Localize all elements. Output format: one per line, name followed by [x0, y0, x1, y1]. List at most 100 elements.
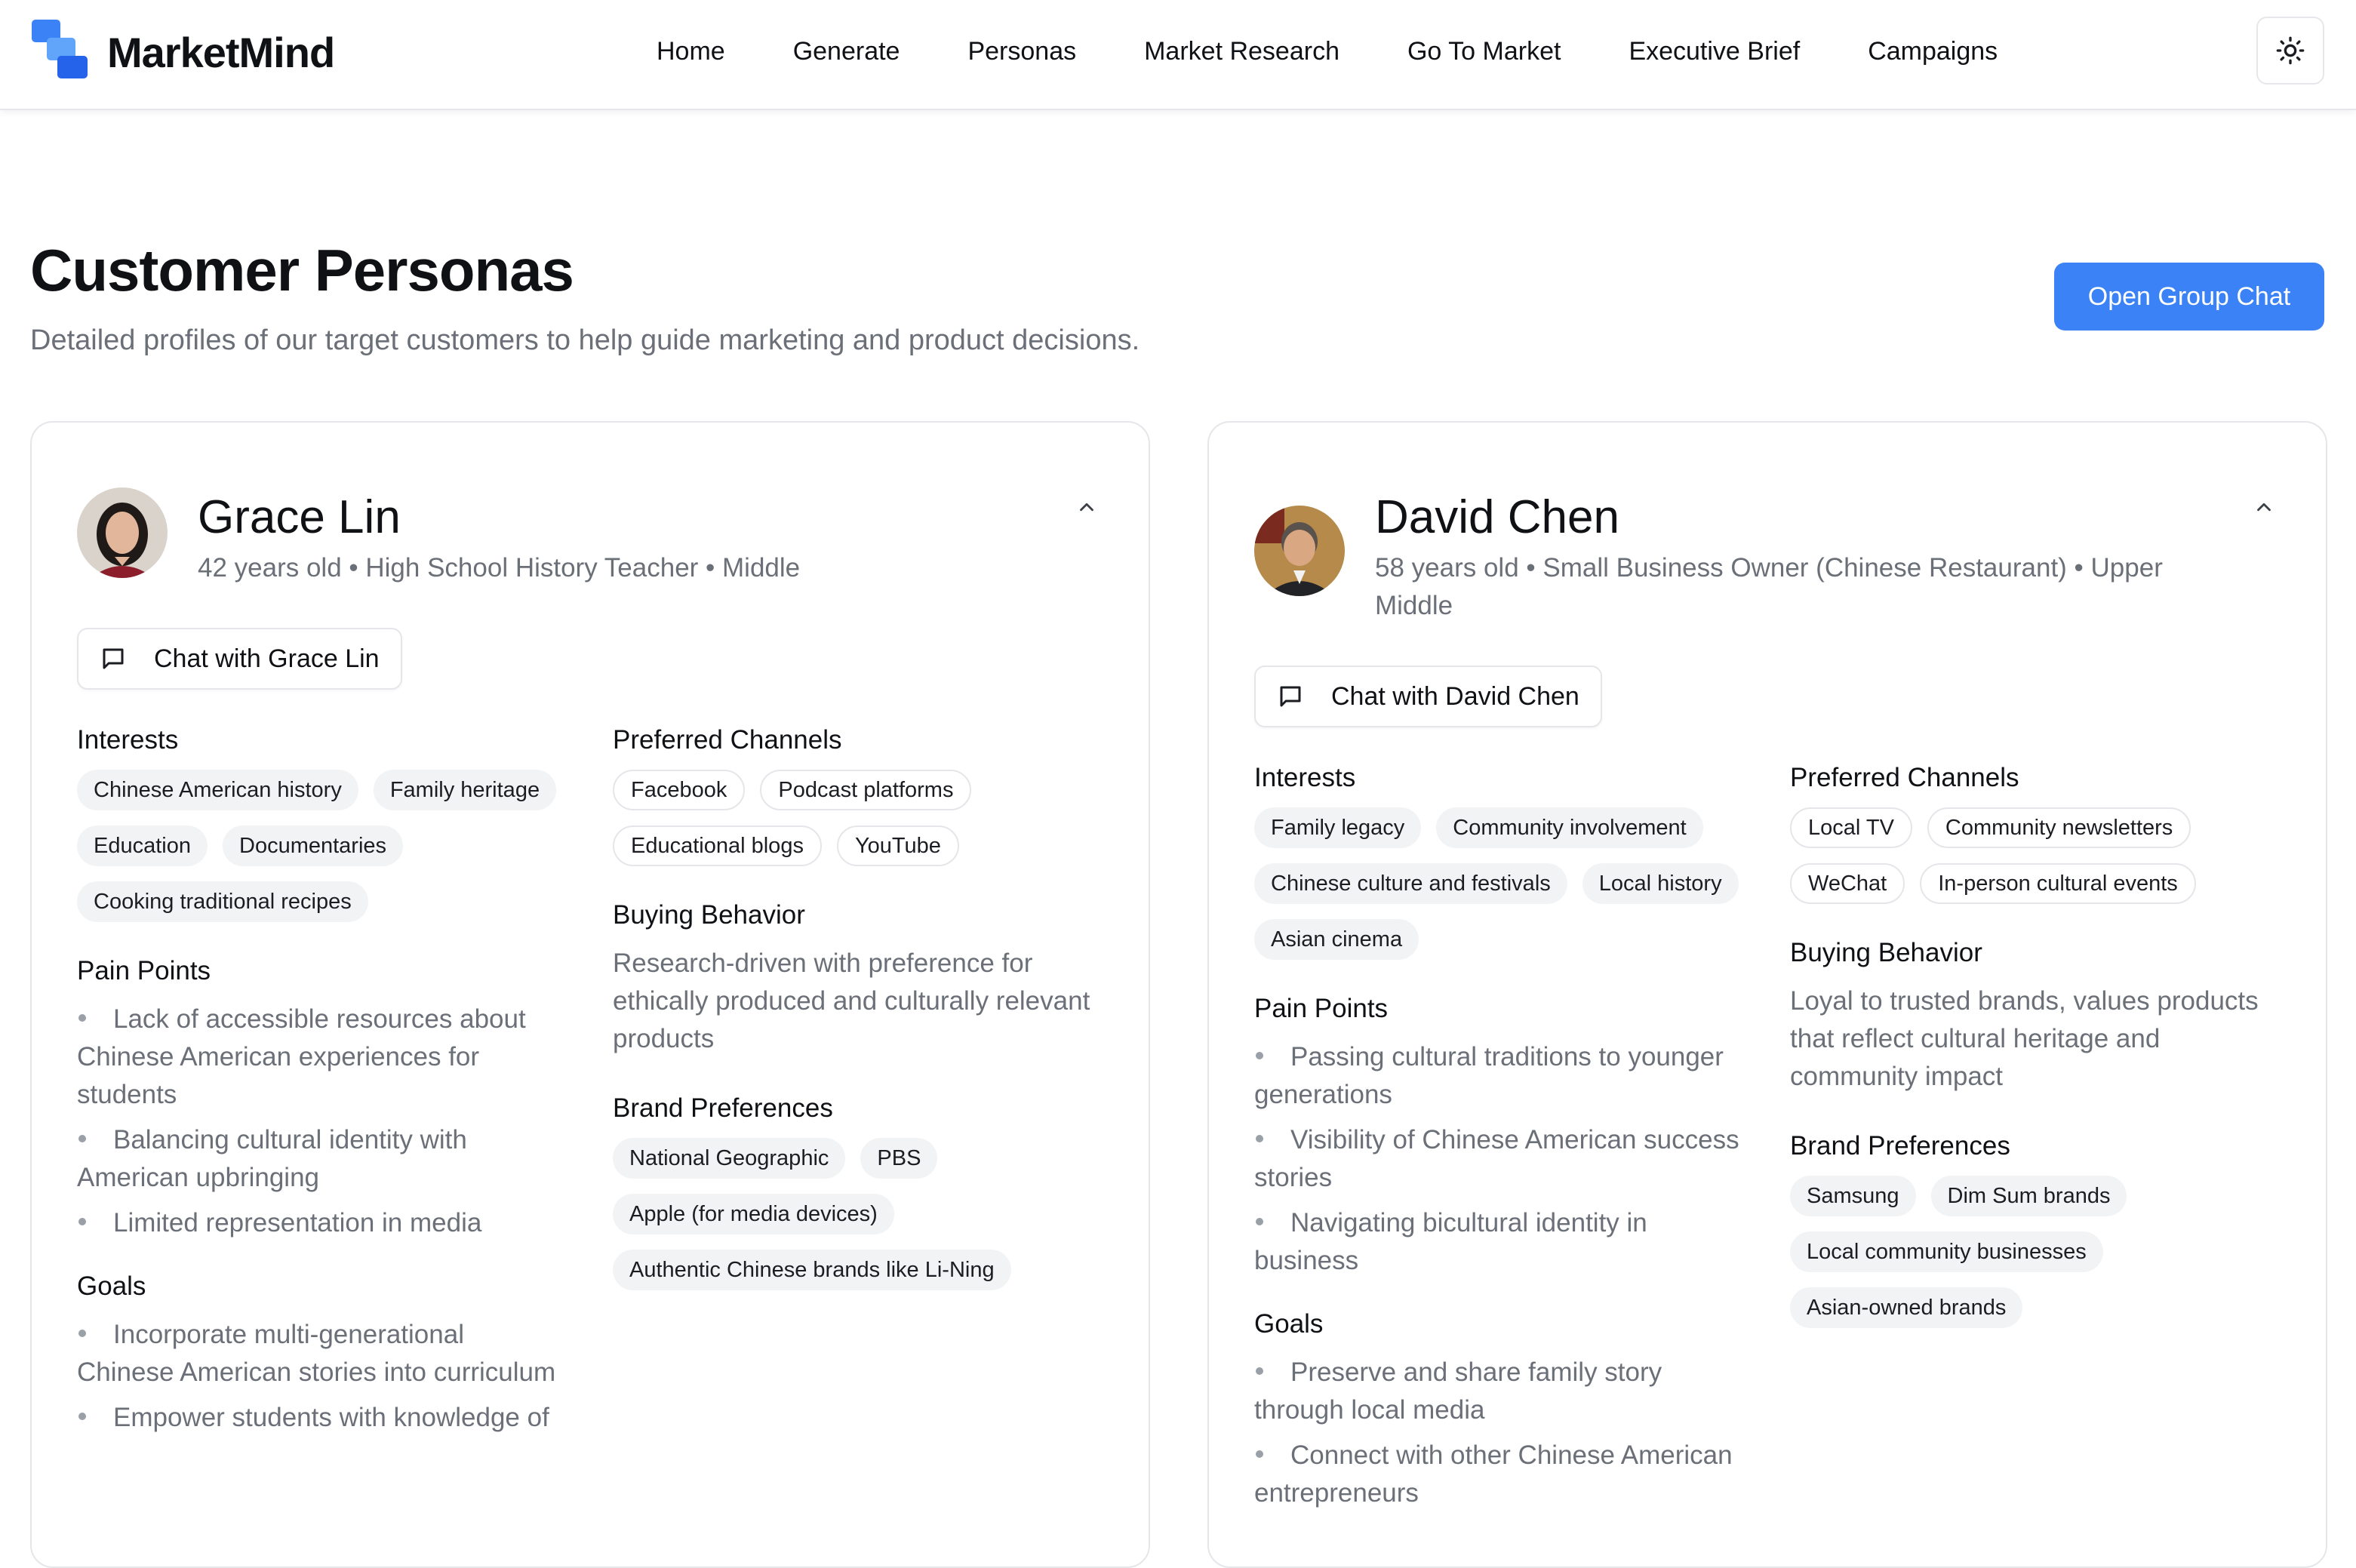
interests-tags: Family legacy Community involvement Chin…: [1254, 807, 1752, 960]
interest-tag: Family heritage: [373, 770, 557, 810]
pain-points-list: Lack of accessible resources about Chine…: [77, 1001, 567, 1242]
channel-tag: Educational blogs: [613, 826, 822, 866]
avatar: [1254, 506, 1345, 596]
pain-point-item: Limited representation in media: [77, 1204, 567, 1242]
channel-tag: Community newsletters: [1927, 807, 2191, 848]
bullet-icon: [1256, 1217, 1263, 1225]
brand-tag: Asian-owned brands: [1790, 1287, 2023, 1328]
pain-point-item: Visibility of Chinese American success s…: [1254, 1125, 1739, 1192]
marketmind-logo-icon[interactable]: [30, 18, 91, 80]
interest-tag: Community involvement: [1436, 807, 1703, 848]
pain-point-item: Balancing cultural identity with America…: [77, 1125, 467, 1192]
avatar-image: [77, 487, 168, 578]
bullet-icon: [1256, 1051, 1263, 1059]
channel-tag: In-person cultural events: [1920, 863, 2196, 904]
brand-tags: National Geographic PBS Apple (for media…: [613, 1138, 1111, 1290]
channel-tag: Local TV: [1790, 807, 1912, 848]
persona-column-right: Preferred Channels Local TV Community ne…: [1790, 759, 2273, 1358]
persona-column-left: Interests Chinese American history Famil…: [77, 721, 560, 1462]
bullet-icon: [1256, 1367, 1263, 1375]
chat-button-label: Chat with David Chen: [1331, 681, 1579, 711]
channels-tags: Local TV Community newsletters WeChat In…: [1790, 807, 2288, 904]
pain-points-list: Passing cultural traditions to younger g…: [1254, 1038, 1745, 1280]
channel-tag: Podcast platforms: [760, 770, 972, 810]
brand-tag: Apple (for media devices): [613, 1194, 894, 1234]
goals-heading: Goals: [77, 1271, 146, 1301]
interest-tag: Local history: [1582, 863, 1739, 904]
channel-tag: Facebook: [613, 770, 746, 810]
interest-tag: Family legacy: [1254, 807, 1422, 848]
brand-name[interactable]: MarketMind: [107, 23, 335, 83]
goals-list: Incorporate multi-generational Chinese A…: [77, 1316, 567, 1437]
chevron-up-icon: [1080, 503, 1093, 512]
nav-campaigns[interactable]: Campaigns: [1868, 30, 1998, 72]
nav-personas[interactable]: Personas: [967, 30, 1076, 72]
brand-tag: Dim Sum brands: [1930, 1176, 2127, 1216]
open-group-chat-button[interactable]: Open Group Chat: [2054, 263, 2324, 331]
brand-preferences-heading: Brand Preferences: [1790, 1131, 2010, 1161]
persona-name: David Chen: [1375, 491, 1619, 543]
pain-point-item: Lack of accessible resources about Chine…: [77, 1004, 526, 1109]
pain-point-item: Passing cultural traditions to younger g…: [1254, 1042, 1724, 1109]
brand-preferences-heading: Brand Preferences: [613, 1093, 833, 1123]
interests-heading: Interests: [1254, 763, 1356, 792]
interest-tag: Education: [77, 826, 208, 866]
brand-tag: Authentic Chinese brands like Li-Ning: [613, 1250, 1011, 1290]
chevron-up-icon: [2257, 503, 2271, 512]
chat-with-persona-button[interactable]: Chat with Grace Lin: [77, 628, 402, 690]
interest-tag: Asian cinema: [1254, 919, 1419, 960]
page-title: Customer Personas: [30, 237, 574, 303]
interest-tag: Cooking traditional recipes: [77, 881, 368, 922]
pain-points-heading: Pain Points: [77, 956, 211, 985]
persona-column-right: Preferred Channels Facebook Podcast plat…: [613, 721, 1096, 1321]
bullet-icon: [1256, 1450, 1263, 1458]
brand-tag: Samsung: [1790, 1176, 1916, 1216]
persona-name: Grace Lin: [198, 491, 401, 543]
bullet-icon: [78, 1329, 86, 1337]
persona-card-grace-lin: Grace Lin 42 years old • High School His…: [30, 421, 1150, 1568]
collapse-toggle[interactable]: [2249, 492, 2279, 522]
collapse-toggle[interactable]: [1072, 492, 1102, 522]
sun-icon: [2276, 36, 2305, 65]
message-square-icon: [98, 644, 128, 674]
goal-item: Empower students with knowledge of: [77, 1399, 567, 1437]
chat-button-label: Chat with Grace Lin: [154, 644, 380, 673]
theme-toggle-button[interactable]: [2256, 17, 2324, 85]
bullet-icon: [78, 1134, 86, 1142]
buying-behavior-text: Research-driven with preference for ethi…: [613, 948, 1090, 1053]
goals-list: Preserve and share family story through …: [1254, 1354, 1745, 1512]
bullet-icon: [78, 1412, 86, 1420]
message-square-icon: [1275, 681, 1306, 712]
channels-tags: Facebook Podcast platforms Educational b…: [613, 770, 1111, 866]
avatar-image: [1254, 506, 1345, 596]
page-subtitle: Detailed profiles of our target customer…: [30, 324, 1140, 356]
chat-with-persona-button[interactable]: Chat with David Chen: [1254, 666, 1602, 727]
preferred-channels-heading: Preferred Channels: [1790, 763, 2019, 792]
channel-tag: WeChat: [1790, 863, 1905, 904]
interests-tags: Chinese American history Family heritage…: [77, 770, 575, 922]
pain-point-item: Navigating bicultural identity in busine…: [1254, 1208, 1647, 1275]
preferred-channels-heading: Preferred Channels: [613, 725, 842, 755]
buying-behavior-heading: Buying Behavior: [613, 900, 805, 930]
goals-heading: Goals: [1254, 1309, 1324, 1339]
brand-tag: PBS: [860, 1138, 938, 1179]
nav-market-research[interactable]: Market Research: [1144, 30, 1339, 72]
interest-tag: Documentaries: [223, 826, 404, 866]
persona-meta: 42 years old • High School History Teach…: [198, 553, 801, 583]
buying-behavior-heading: Buying Behavior: [1790, 938, 1982, 967]
interests-heading: Interests: [77, 725, 179, 755]
nav-go-to-market[interactable]: Go To Market: [1407, 30, 1561, 72]
bullet-icon: [1256, 1134, 1263, 1142]
interest-tag: Chinese American history: [77, 770, 358, 810]
nav-home[interactable]: Home: [657, 30, 725, 72]
buying-behavior-text: Loyal to trusted brands, values products…: [1790, 986, 2259, 1091]
brand-tags: Samsung Dim Sum brands Local community b…: [1790, 1176, 2288, 1328]
main-nav: Home Generate Personas Market Research G…: [657, 30, 2065, 72]
avatar: [77, 487, 168, 578]
goal-item: Connect with other Chinese American entr…: [1254, 1440, 1733, 1508]
nav-executive-brief[interactable]: Executive Brief: [1629, 30, 1800, 72]
goal-item: Incorporate multi-generational Chinese A…: [77, 1320, 556, 1387]
brand-tag: Local community businesses: [1790, 1231, 2103, 1272]
nav-generate[interactable]: Generate: [793, 30, 900, 72]
goal-item: Preserve and share family story through …: [1254, 1357, 1662, 1425]
